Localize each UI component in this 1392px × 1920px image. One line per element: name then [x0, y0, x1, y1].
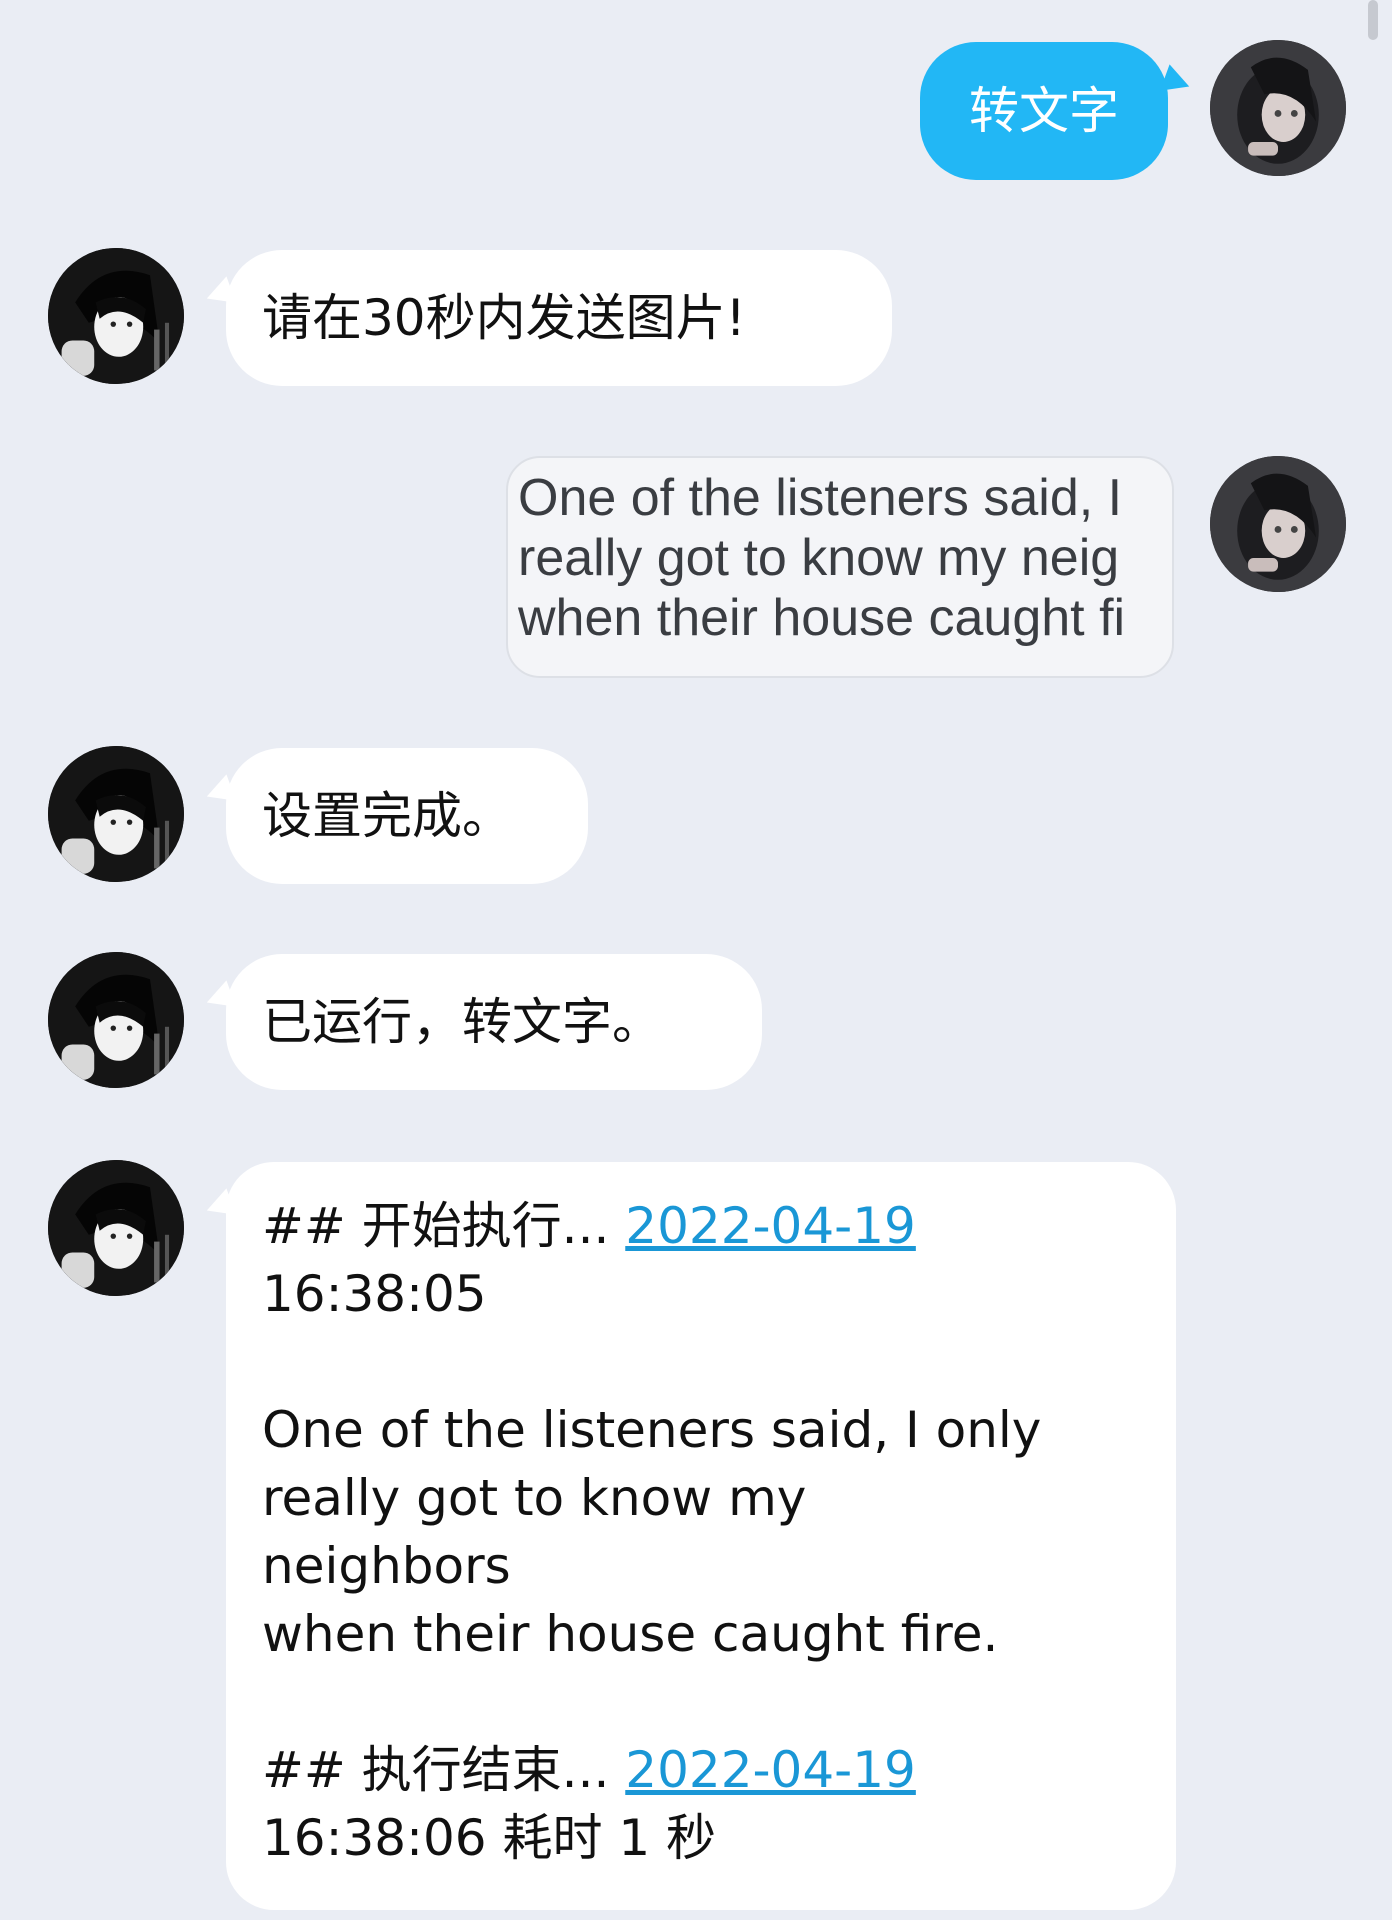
- chat-view: 转文字 请在30秒内发送图片! One of the listeners sai…: [0, 0, 1392, 1920]
- message-bubble-user[interactable]: 转文字: [920, 42, 1168, 180]
- bot-avatar-icon[interactable]: [48, 248, 184, 384]
- log-start-prefix: ## 开始执行...: [262, 1197, 626, 1255]
- date-link[interactable]: 2022-04-19: [625, 1741, 916, 1799]
- message-text: 已运行，转文字。: [262, 993, 662, 1051]
- log-end-line: ## 执行结束... 2022-04-19: [262, 1736, 1140, 1804]
- bot-avatar-icon[interactable]: [48, 952, 184, 1088]
- log-body-line: One of the listeners said, I only: [262, 1401, 1042, 1459]
- log-body-line: when their house caught fire.: [262, 1605, 999, 1663]
- message-text: 设置完成。: [262, 787, 512, 845]
- log-body-line: really got to know my: [262, 1469, 807, 1527]
- image-text-line: really got to know my neig: [518, 529, 1120, 587]
- scrollbar[interactable]: [1368, 0, 1378, 40]
- log-end-time: 16:38:06 耗时 1 秒: [262, 1809, 717, 1867]
- log-end-prefix: ## 执行结束...: [262, 1741, 626, 1799]
- date-link[interactable]: 2022-04-19: [625, 1197, 916, 1255]
- message-text: 请在30秒内发送图片!: [262, 289, 746, 347]
- user-avatar-icon[interactable]: [1210, 456, 1346, 592]
- image-text-line: when their house caught fi: [518, 589, 1126, 647]
- log-body-line: neighbors: [262, 1537, 511, 1595]
- message-text: 转文字: [969, 82, 1119, 140]
- log-start-line: ## 开始执行... 2022-04-19: [262, 1192, 1140, 1260]
- bot-avatar-icon[interactable]: [48, 1160, 184, 1296]
- message-bubble-bot[interactable]: 设置完成。: [226, 748, 588, 884]
- message-bubble-log[interactable]: ## 开始执行... 2022-04-19 16:38:05 One of th…: [226, 1162, 1176, 1910]
- image-text-line: One of the listeners said, I: [518, 469, 1123, 527]
- message-bubble-bot[interactable]: 已运行，转文字。: [226, 954, 762, 1090]
- log-start-time: 16:38:05: [262, 1265, 487, 1323]
- bot-avatar-icon[interactable]: [48, 746, 184, 882]
- user-avatar-icon[interactable]: [1210, 40, 1346, 176]
- image-message[interactable]: One of the listeners said, I really got …: [506, 456, 1174, 678]
- message-bubble-bot[interactable]: 请在30秒内发送图片!: [226, 250, 892, 386]
